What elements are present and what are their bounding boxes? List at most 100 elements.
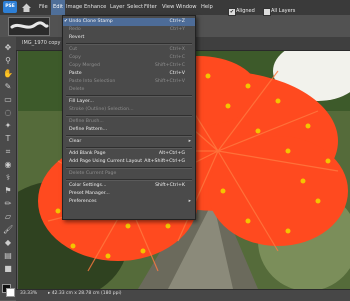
menu-item-revert[interactable]: Revert [63,34,195,42]
pencil-tool-icon[interactable]: ✏ [3,199,13,209]
brush-tool-icon[interactable]: 🖌 [3,225,13,235]
menu-help[interactable]: Help [199,0,215,15]
menu-item-label: Paste [69,71,82,76]
lasso-tool-icon[interactable]: ◌ [3,108,13,118]
menu-item-preferences[interactable]: Preferences ▸ [63,198,195,206]
app-logo[interactable]: PSE [3,1,17,13]
menu-item-label: Preset Manager... [69,191,110,196]
menu-item-label: Delete Current Page [69,171,117,176]
menu-separator [66,147,192,149]
brush-stroke-icon [10,21,49,29]
menu-window[interactable]: Window [174,0,198,15]
menu-item-stroke-outline-selection: Stroke (Outline) Selection... [63,106,195,114]
magic-wand-tool-icon[interactable]: ✦ [3,121,13,131]
menu-item-preset-manager[interactable]: Preset Manager... [63,190,195,198]
menu-item-paste[interactable]: Paste Ctrl+V [63,70,195,78]
menu-item-label: Add Blank Page [69,151,106,156]
submenu-arrow-icon: ▸ [188,199,191,204]
menu-separator [66,95,192,97]
menu-separator [66,167,192,169]
aligned-checkbox[interactable]: ✔ [228,8,236,16]
hand-tool-icon[interactable]: ✋ [3,69,13,79]
type-tool-icon[interactable]: T [3,134,13,144]
document-info[interactable]: ▸ 42.33 cm x 28.78 cm (180 ppi) [48,291,121,296]
menubar: PSE File Edit Image Enhance Layer Select Filte… [0,0,350,16]
menu-item-redo: Redo Ctrl+Y [63,26,195,34]
menu-item-label: Copy [69,55,81,60]
zoom-tool-icon[interactable]: ⚲ [3,56,13,66]
menu-item-define-brush: Define Brush... [63,118,195,126]
paint-bucket-tool-icon[interactable]: ◆ [3,238,13,248]
menu-item-shortcut: Shift+Ctrl+V [154,79,185,84]
eraser-tool-icon[interactable]: ▱ [3,212,13,222]
menu-separator [66,179,192,181]
submenu-arrow-icon: ▸ [188,139,191,144]
red-eye-tool-icon[interactable]: ◉ [3,160,13,170]
menu-item-label: Color Settings... [69,183,107,188]
menu-item-define-pattern[interactable]: Define Pattern... [63,126,195,134]
menu-item-add-page-using-current-layout[interactable]: Add Page Using Current Layout Alt+Shift+C… [63,158,195,166]
menu-separator [66,135,192,137]
document-title: IMG_1970 copy [22,40,61,46]
crop-tool-icon[interactable]: ⌗ [3,147,13,157]
shape-tool-icon[interactable]: ■ [3,264,13,274]
menu-item-label: Paste Into Selection [69,79,116,84]
clone-stamp-tool-icon[interactable]: ⚑ [3,186,13,196]
menu-item-label: Redo [69,27,81,32]
menu-item-delete: Delete [63,86,195,94]
toolbox: ✥ ⚲ ✋ ✎ ▭ ◌ ✦ T ⌗ ◉ ⚕ ⚑ ✏ ▱ 🖌 ◆ ▤ ■ [0,37,17,300]
menu-item-label: Revert [69,35,85,40]
menu-layer[interactable]: Layer [108,0,126,15]
background-color-swatch[interactable] [6,288,15,297]
menu-item-shortcut: Ctrl+C [169,55,185,60]
menu-item-label: Define Brush... [69,119,104,124]
menu-item-copy: Copy Ctrl+C [63,54,195,62]
menu-item-label: Stroke (Outline) Selection... [69,107,134,112]
menu-item-clear[interactable]: Clear ▸ [63,138,195,146]
menu-item-copy-merged: Copy Merged Shift+Ctrl+C [63,62,195,70]
edit-menu-dropdown: ✔ Undo Clone Stamp Ctrl+Z Redo Ctrl+Y Revert C… [62,15,196,220]
zoom-level: 33.33% [20,291,38,296]
menu-item-label: Delete [69,87,85,92]
menu-separator [66,115,192,117]
menu-file[interactable]: File [37,0,50,15]
brush-preview[interactable] [8,17,50,36]
menu-item-undo-clone-stamp[interactable]: ✔ Undo Clone Stamp Ctrl+Z [63,18,195,26]
menu-item-fill-layer[interactable]: Fill Layer... [63,98,195,106]
menu-enhance[interactable]: Enhance [82,0,108,15]
menu-item-shortcut: Alt+Shift+Ctrl+G [144,159,185,164]
menu-item-paste-into-selection: Paste Into Selection Shift+Ctrl+V [63,78,195,86]
menu-item-shortcut: Ctrl+X [169,47,185,52]
menu-item-add-blank-page[interactable]: Add Blank Page Alt+Ctrl+G [63,150,195,158]
aligned-label: Aligned [236,8,255,14]
menu-item-shortcut: Ctrl+Y [169,27,185,32]
menu-item-delete-current-page: Delete Current Page [63,170,195,178]
menu-item-label: Define Pattern... [69,127,108,132]
move-tool-icon[interactable]: ✥ [3,43,13,53]
menu-item-label: Add Page Using Current Layout [69,159,143,164]
marquee-tool-icon[interactable]: ▭ [3,95,13,105]
menu-item-label: Fill Layer... [69,99,94,104]
menu-item-shortcut: Ctrl+V [169,71,185,76]
menu-item-label: Copy Merged [69,63,100,68]
menu-item-shortcut: Ctrl+Z [169,19,185,24]
menu-separator [66,43,192,45]
checkmark-icon: ✔ [64,19,68,24]
menu-item-shortcut: Shift+Ctrl+C [154,63,185,68]
all-layers-checkbox[interactable] [263,8,271,16]
all-layers-label: All Layers [271,8,296,14]
menu-item-label: Preferences [69,199,97,204]
menu-item-label: Clear [69,139,82,144]
menu-filter[interactable]: Filter [142,0,159,15]
healing-brush-tool-icon[interactable]: ⚕ [3,173,13,183]
menu-item-label: Cut [69,47,78,52]
gradient-tool-icon[interactable]: ▤ [3,251,13,261]
menu-item-shortcut: Shift+Ctrl+K [155,183,185,188]
menu-item-cut: Cut Ctrl+X [63,46,195,54]
eyedropper-tool-icon[interactable]: ✎ [3,82,13,92]
menu-item-shortcut: Alt+Ctrl+G [158,151,185,156]
home-icon[interactable] [21,2,32,13]
menu-edit[interactable]: Edit [51,0,66,15]
menu-item-color-settings[interactable]: Color Settings... Shift+Ctrl+K [63,182,195,190]
menu-item-label: Undo Clone Stamp [69,19,113,24]
